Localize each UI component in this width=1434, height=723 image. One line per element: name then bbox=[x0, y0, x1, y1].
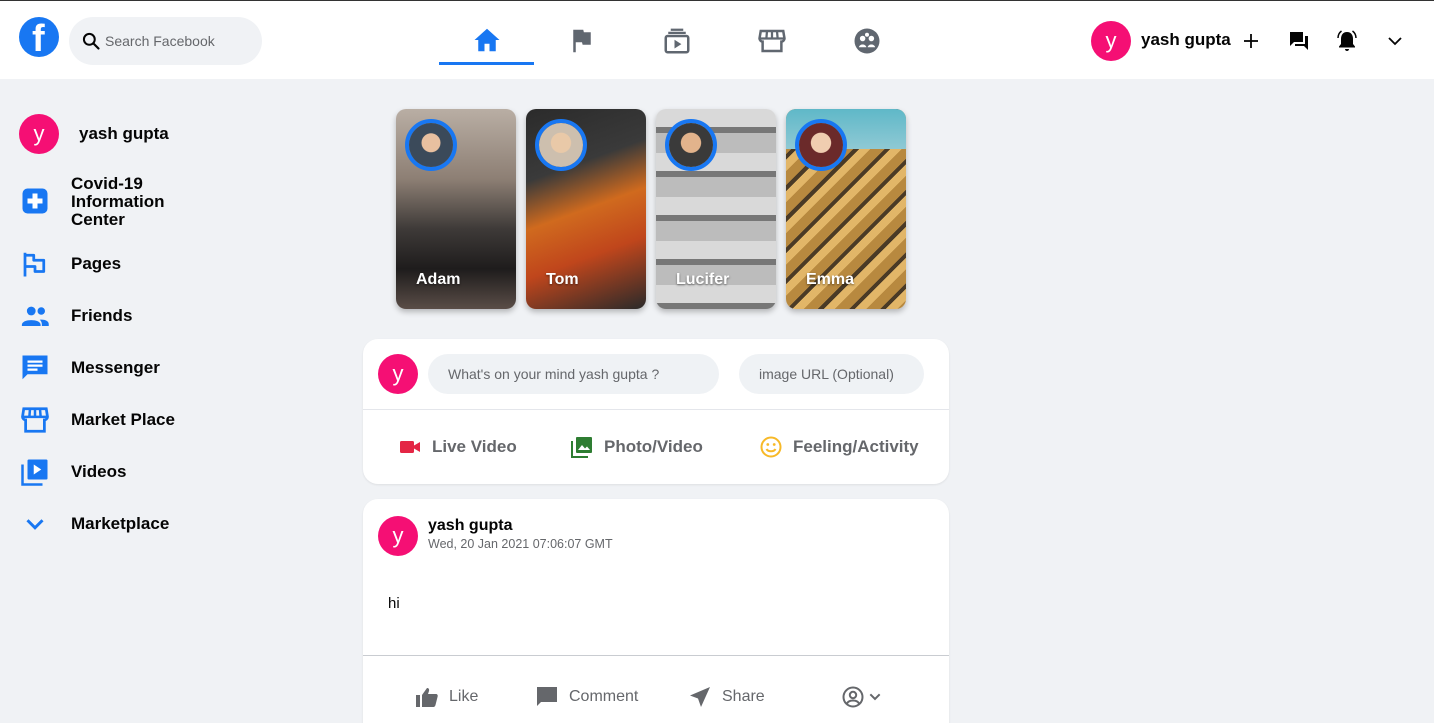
share-label: Share bbox=[722, 688, 765, 705]
store-icon bbox=[21, 407, 49, 433]
sidebar-item-label: Marketplace bbox=[71, 514, 170, 533]
sidebar-item-label: Videos bbox=[71, 462, 127, 481]
store-icon bbox=[757, 29, 786, 53]
home-icon bbox=[474, 28, 499, 51]
video-library-icon bbox=[21, 459, 48, 486]
like-label: Like bbox=[449, 688, 479, 705]
story-card[interactable]: Lucifer bbox=[656, 109, 776, 309]
watch-icon bbox=[664, 28, 689, 54]
story-card[interactable]: Adam bbox=[396, 109, 516, 309]
sidebar-item-videos[interactable]: Videos bbox=[19, 456, 126, 488]
comment-label: Comment bbox=[569, 688, 639, 705]
photo-video-button[interactable]: Photo/Video bbox=[570, 435, 703, 459]
tab-watch[interactable] bbox=[629, 17, 724, 65]
story-avatar bbox=[535, 119, 587, 171]
audience-button[interactable] bbox=[841, 685, 893, 709]
avatar[interactable]: y bbox=[378, 516, 418, 556]
story-avatar bbox=[795, 119, 847, 171]
sidebar-item-label: Friends bbox=[71, 306, 133, 325]
search-input[interactable] bbox=[105, 33, 255, 49]
plus-icon bbox=[1244, 34, 1258, 48]
sidebar-item-label: Messenger bbox=[71, 358, 160, 377]
smiley-icon bbox=[760, 436, 782, 458]
story-name: Adam bbox=[416, 271, 461, 288]
divider bbox=[363, 655, 949, 656]
live-video-label: Live Video bbox=[432, 437, 517, 456]
story-name: Tom bbox=[546, 271, 579, 288]
sidebar-item-label: Market Place bbox=[71, 410, 175, 429]
story-avatar bbox=[665, 119, 717, 171]
image-url-input[interactable] bbox=[739, 354, 924, 394]
chevron-down-icon bbox=[26, 519, 44, 530]
chevron-down-icon bbox=[1388, 37, 1402, 46]
sidebar-item-covid[interactable]: Covid-19 Information Center bbox=[19, 175, 165, 229]
post-timestamp: Wed, 20 Jan 2021 07:06:07 GMT bbox=[428, 537, 613, 551]
feed-post: y yash gupta Wed, 20 Jan 2021 07:06:07 G… bbox=[363, 499, 949, 723]
tab-groups[interactable] bbox=[819, 17, 914, 65]
search-box[interactable] bbox=[69, 17, 262, 65]
top-navbar: f y yash gupta bbox=[0, 0, 1434, 79]
story-name: Lucifer bbox=[676, 271, 730, 288]
story-card[interactable]: Tom bbox=[526, 109, 646, 309]
notifications-button[interactable] bbox=[1332, 26, 1362, 56]
sidebar-item-pages[interactable]: Pages bbox=[19, 248, 121, 280]
sidebar-item-messenger[interactable]: Messenger bbox=[19, 352, 160, 384]
photo-library-icon bbox=[571, 437, 592, 458]
live-video-button[interactable]: Live Video bbox=[398, 435, 517, 459]
photo-video-label: Photo/Video bbox=[604, 437, 703, 456]
sidebar-item-marketplace-expand[interactable]: Marketplace bbox=[19, 508, 169, 540]
sidebar-item-market-place[interactable]: Market Place bbox=[19, 404, 175, 436]
messenger-button[interactable] bbox=[1284, 26, 1314, 56]
comment-button[interactable]: Comment bbox=[535, 685, 638, 709]
chat-icon bbox=[22, 355, 48, 380]
forum-icon bbox=[1290, 32, 1308, 50]
avatar: y bbox=[19, 114, 59, 154]
story-avatar bbox=[405, 119, 457, 171]
flag-icon bbox=[23, 252, 46, 277]
create-button[interactable] bbox=[1236, 26, 1266, 56]
status-input[interactable] bbox=[428, 354, 719, 394]
sidebar-item-label: Pages bbox=[71, 254, 122, 273]
account-circle-icon bbox=[842, 686, 864, 708]
sidebar-user-name: yash gupta bbox=[79, 124, 169, 143]
feeling-activity-button[interactable]: Feeling/Activity bbox=[759, 435, 919, 459]
like-button[interactable]: Like bbox=[415, 685, 478, 709]
facebook-logo[interactable]: f bbox=[19, 17, 59, 57]
sidebar-item-label: Covid-19 Information Center bbox=[71, 174, 165, 229]
feeling-activity-label: Feeling/Activity bbox=[793, 437, 919, 456]
videocam-icon bbox=[400, 441, 420, 453]
header-user-name[interactable]: yash gupta bbox=[1141, 30, 1231, 50]
tab-home[interactable] bbox=[439, 17, 534, 65]
logo-letter: f bbox=[32, 18, 45, 57]
flag-icon bbox=[572, 29, 591, 53]
share-button[interactable]: Share bbox=[688, 685, 765, 709]
medical-plus-icon bbox=[22, 188, 48, 214]
chevron-down-icon bbox=[869, 693, 881, 701]
comment-icon bbox=[537, 687, 557, 706]
groups-icon bbox=[854, 28, 879, 54]
story-card[interactable]: Emma bbox=[786, 109, 906, 309]
sidebar-item-friends[interactable]: Friends bbox=[19, 300, 132, 332]
story-name: Emma bbox=[806, 271, 855, 288]
tab-marketplace[interactable] bbox=[724, 17, 819, 65]
people-icon bbox=[21, 306, 49, 326]
post-author[interactable]: yash gupta bbox=[428, 517, 512, 535]
avatar: y bbox=[378, 354, 418, 394]
tab-pages[interactable] bbox=[534, 17, 629, 65]
bell-icon bbox=[1337, 30, 1357, 51]
share-icon bbox=[690, 687, 710, 707]
search-icon bbox=[82, 32, 100, 50]
account-menu-button[interactable] bbox=[1380, 26, 1410, 56]
post-message: hi bbox=[388, 595, 400, 612]
sidebar-user[interactable]: y yash gupta bbox=[19, 114, 169, 154]
divider bbox=[363, 409, 949, 410]
header-avatar[interactable]: y bbox=[1091, 21, 1131, 61]
thumbs-up-icon bbox=[416, 688, 438, 707]
post-composer: y Live Video Photo/Video Feeling/Activit… bbox=[363, 339, 949, 484]
